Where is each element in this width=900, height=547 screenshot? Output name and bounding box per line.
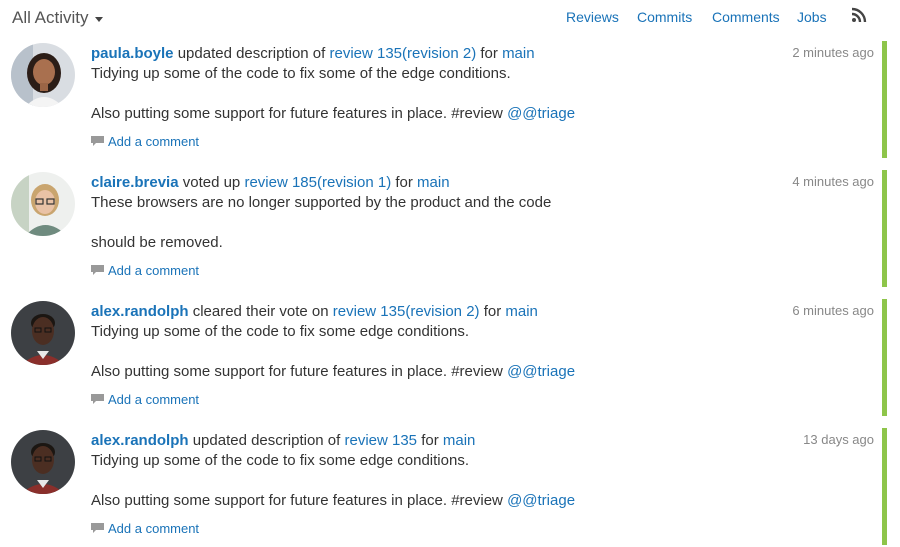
mention-link[interactable]: @@triage <box>507 363 575 380</box>
nav-jobs[interactable]: Jobs <box>797 9 827 25</box>
rss-icon[interactable] <box>851 7 867 23</box>
user-link[interactable]: claire.brevia <box>91 174 179 191</box>
add-comment-link[interactable]: Add a comment <box>91 134 199 149</box>
revision-label: (revision 1) <box>317 174 392 191</box>
entry-headline: paula.boyle updated description of revie… <box>91 44 781 64</box>
review-id: review 135 <box>332 303 406 320</box>
comment-icon <box>91 265 104 275</box>
branch-link[interactable]: main <box>443 432 476 449</box>
status-bar <box>882 170 887 287</box>
page-title: All Activity <box>12 8 89 27</box>
user-link[interactable]: paula.boyle <box>91 45 174 62</box>
nav-commits[interactable]: Commits <box>637 9 692 25</box>
status-bar <box>882 299 887 416</box>
for-text: for <box>479 303 506 320</box>
man-dark-icon[interactable] <box>11 301 75 365</box>
branch-link[interactable]: main <box>502 45 535 62</box>
activity-entry: alex.randolph cleared their vote on revi… <box>0 295 900 424</box>
line-spacer <box>91 213 781 233</box>
status-bar <box>882 428 887 545</box>
activity-feed: paula.boyle updated description of revie… <box>0 37 900 547</box>
entry-content: alex.randolph cleared their vote on revi… <box>91 302 781 382</box>
timestamp: 2 minutes ago <box>792 45 874 60</box>
woman-glasses-icon[interactable] <box>11 172 75 236</box>
for-text: for <box>476 45 503 62</box>
activity-entry: paula.boyle updated description of revie… <box>0 37 900 166</box>
entry-headline: claire.brevia voted up review 185(revisi… <box>91 173 781 193</box>
comment-icon <box>91 136 104 146</box>
for-text: for <box>391 174 418 191</box>
add-comment-label: Add a comment <box>108 521 200 536</box>
nav-reviews[interactable]: Reviews <box>566 9 619 25</box>
description-line-2: Also putting some support for future fea… <box>91 491 781 511</box>
for-text: for <box>417 432 443 449</box>
line-spacer <box>91 471 781 491</box>
action-text: voted up <box>178 174 245 191</box>
description-line-2: should be removed. <box>91 233 781 253</box>
description-text: Also putting some support for future fea… <box>91 363 508 380</box>
review-link[interactable]: review 185(revision 1) <box>244 174 391 191</box>
branch-link[interactable]: main <box>505 303 538 320</box>
line-spacer <box>91 342 781 362</box>
timestamp: 6 minutes ago <box>792 303 874 318</box>
description-line-1: Tidying up some of the code to fix some … <box>91 452 469 469</box>
activity-filter-dropdown[interactable]: All Activity <box>12 8 103 28</box>
timestamp: 13 days ago <box>803 432 874 447</box>
entry-content: paula.boyle updated description of revie… <box>91 44 781 124</box>
add-comment-label: Add a comment <box>108 263 200 278</box>
description-line-1: Tidying up some of the code to fix some … <box>91 65 511 82</box>
add-comment-link[interactable]: Add a comment <box>91 521 199 536</box>
user-link[interactable]: alex.randolph <box>91 432 189 449</box>
activity-entry: alex.randolph updated description of rev… <box>0 424 900 547</box>
add-comment-link[interactable]: Add a comment <box>91 263 199 278</box>
nav-comments[interactable]: Comments <box>712 9 780 25</box>
caret-down-icon <box>94 16 103 22</box>
description-line-2: Also putting some support for future fea… <box>91 362 781 382</box>
woman-dark-hair-icon[interactable] <box>11 43 75 107</box>
description-line-2: Also putting some support for future fea… <box>91 104 781 124</box>
review-link[interactable]: review 135 <box>344 432 417 449</box>
review-link[interactable]: review 135(revision 2) <box>333 303 480 320</box>
timestamp: 4 minutes ago <box>792 174 874 189</box>
mention-link[interactable]: @@triage <box>507 492 575 509</box>
add-comment-link[interactable]: Add a comment <box>91 392 199 407</box>
review-link[interactable]: review 135(revision 2) <box>329 45 476 62</box>
action-text: cleared their vote on <box>188 303 333 320</box>
add-comment-label: Add a comment <box>108 392 200 407</box>
revision-label: (revision 2) <box>405 303 480 320</box>
activity-header: All Activity Reviews Commits Comments Jo… <box>0 0 900 36</box>
mention-link[interactable]: @@triage <box>507 105 575 122</box>
description-text: Also putting some support for future fea… <box>91 492 508 509</box>
comment-icon <box>91 394 104 404</box>
description-text: should be removed. <box>91 234 223 251</box>
status-bar <box>882 41 887 158</box>
entry-content: alex.randolph updated description of rev… <box>91 431 781 511</box>
action-text: updated description of <box>173 45 330 62</box>
line-spacer <box>91 84 781 104</box>
comment-icon <box>91 523 104 533</box>
description-text: Also putting some support for future fea… <box>91 105 508 122</box>
review-id: review 135 <box>344 432 418 449</box>
description-line-1: These browsers are no longer supported b… <box>91 194 552 211</box>
activity-entry: claire.brevia voted up review 185(revisi… <box>0 166 900 295</box>
user-link[interactable]: alex.randolph <box>91 303 189 320</box>
description-line-1: Tidying up some of the code to fix some … <box>91 323 469 340</box>
review-id: review 185 <box>244 174 317 191</box>
add-comment-label: Add a comment <box>108 134 200 149</box>
entry-headline: alex.randolph updated description of rev… <box>91 431 781 451</box>
revision-label: (revision 2) <box>402 45 477 62</box>
entry-headline: alex.randolph cleared their vote on revi… <box>91 302 781 322</box>
branch-link[interactable]: main <box>417 174 450 191</box>
man-dark-icon[interactable] <box>11 430 75 494</box>
entry-content: claire.brevia voted up review 185(revisi… <box>91 173 781 253</box>
action-text: updated description of <box>188 432 345 449</box>
review-id: review 135 <box>329 45 403 62</box>
